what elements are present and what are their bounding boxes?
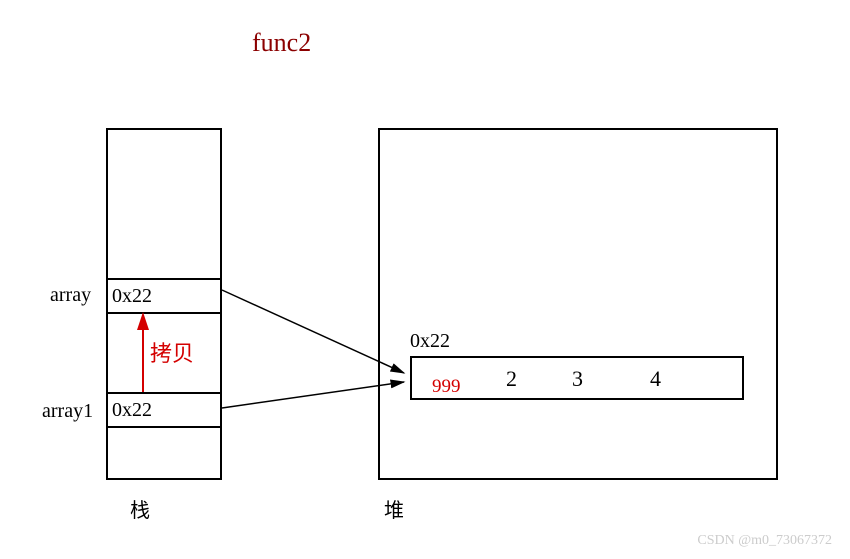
heap-container [378, 128, 778, 480]
copy-label: 拷贝 [150, 336, 194, 368]
stack-caption: 栈 [130, 494, 150, 523]
stack-label-array1: array1 [42, 400, 93, 423]
diagram-title: func2 [252, 28, 311, 58]
heap-value-3: 4 [650, 366, 661, 392]
heap-value-2: 3 [572, 366, 583, 392]
watermark: CSDN @m0_73067372 [697, 533, 832, 549]
heap-new-value: 999 [432, 376, 461, 398]
heap-caption: 堆 [384, 494, 404, 523]
stack-cell-array: 0x22 [106, 278, 222, 314]
stack-label-array: array [50, 284, 91, 307]
stack-cell-array1-value: 0x22 [112, 399, 152, 422]
stack-cell-array1: 0x22 [106, 392, 222, 428]
heap-address-label: 0x22 [410, 330, 450, 353]
heap-value-1: 2 [506, 366, 517, 392]
stack-cell-array-value: 0x22 [112, 285, 152, 308]
